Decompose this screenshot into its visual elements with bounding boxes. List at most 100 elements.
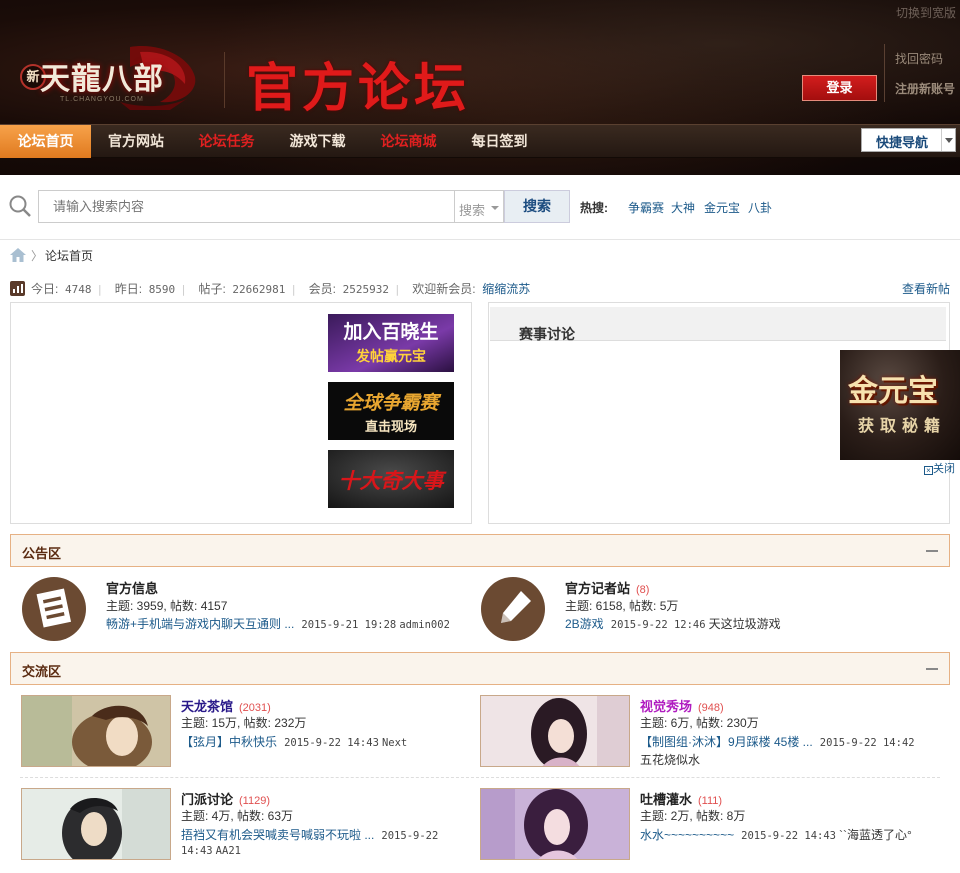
float-ad-subtitle: 获取秘籍 bbox=[858, 416, 947, 435]
last-post-link[interactable]: 捂裆又有机会哭喊卖号喊弱不玩啦 ... bbox=[181, 828, 374, 842]
forum-last-post-user: 五花烧似水 bbox=[640, 751, 700, 768]
nav-forum-tasks[interactable]: 论坛任务 bbox=[181, 125, 272, 158]
header-divider bbox=[224, 52, 225, 108]
float-ad-title: 金元宝 bbox=[848, 374, 938, 409]
gold-ingot-float-ad[interactable]: 金元宝 获取秘籍 bbox=[840, 350, 960, 460]
today-label: 今日: bbox=[31, 282, 59, 296]
forum-press-station[interactable]: 官方记者站 (8) bbox=[565, 578, 649, 597]
forum-last-post: 水水~~~~~~~~~~ 2015-9-22 14:43 ``海蓝透了心° bbox=[640, 826, 912, 843]
last-post-time: 2015-9-22 14:43 bbox=[741, 830, 836, 842]
login-button[interactable]: 登录 bbox=[802, 75, 877, 101]
banner-2-line-2: 直击现场 bbox=[365, 419, 417, 435]
section-header-exchange: 交流区 bbox=[10, 652, 950, 685]
search-type-select[interactable]: 搜索 bbox=[454, 190, 504, 223]
last-post-user[interactable]: admin002 bbox=[399, 619, 450, 631]
hot-word-link[interactable]: 争霸赛 bbox=[628, 199, 664, 216]
forum-visual-show[interactable]: 视觉秀场 (948) bbox=[640, 696, 724, 715]
last-post-link[interactable]: 【弦月】中秋快乐 bbox=[181, 735, 277, 749]
home-icon[interactable] bbox=[10, 248, 26, 262]
new-member-link[interactable]: 缩缩流苏 bbox=[482, 282, 530, 296]
forum-thumbnail[interactable] bbox=[480, 695, 630, 767]
forum-thumbnail[interactable] bbox=[480, 788, 630, 860]
row-divider bbox=[20, 777, 940, 778]
last-post-user[interactable]: 天这垃圾游戏 bbox=[709, 617, 781, 631]
switch-wide-link[interactable]: 切换到宽版 bbox=[896, 4, 956, 21]
search-type-label: 搜索 bbox=[459, 203, 486, 218]
close-icon: × bbox=[924, 466, 933, 475]
last-post-time: 14:43 bbox=[181, 845, 213, 857]
last-post-user[interactable]: Next bbox=[382, 737, 407, 749]
search-input[interactable] bbox=[38, 190, 455, 223]
last-post-link[interactable]: 【制图组·沐沐】9月踩楼 45楼 ... bbox=[640, 735, 813, 749]
hot-word-link[interactable]: 大神 bbox=[671, 199, 695, 216]
account-divider bbox=[884, 44, 885, 102]
nav-forum-home[interactable]: 论坛首页 bbox=[0, 125, 91, 158]
pen-icon[interactable] bbox=[481, 577, 545, 641]
forum-thumbnail[interactable] bbox=[21, 788, 171, 860]
forum-stats: 主题: 3959, 帖数: 4157 bbox=[106, 599, 228, 613]
forum-last-post: 捂裆又有机会哭喊卖号喊弱不玩啦 ... 2015-9-22 bbox=[181, 826, 438, 843]
logo-domain: TL.CHANGYOU.COM bbox=[60, 96, 144, 103]
forum-thumbnail[interactable] bbox=[21, 695, 171, 767]
hot-word-link[interactable]: 八卦 bbox=[748, 199, 772, 216]
find-password-link[interactable]: 找回密码 bbox=[895, 50, 943, 67]
breadcrumb-separator: 〉 bbox=[31, 249, 44, 263]
forum-new-count: (111) bbox=[698, 795, 723, 807]
logo-title: 天龍八部 bbox=[40, 62, 164, 97]
last-post-time: 2015-9-22 14:43 bbox=[284, 737, 379, 749]
forum-sect-discussion[interactable]: 门派讨论 (1129) bbox=[181, 789, 270, 808]
quick-nav-label: 快捷导航 bbox=[876, 135, 929, 150]
collapse-icon[interactable] bbox=[926, 550, 938, 552]
hot-word-link[interactable]: 金元宝 bbox=[704, 199, 740, 216]
event-panel-title[interactable]: 赛事讨论 bbox=[519, 324, 575, 344]
nav-forum-shop[interactable]: 论坛商城 bbox=[363, 125, 454, 158]
yesterday-label: 昨日: bbox=[114, 282, 143, 296]
forum-title: 官方论坛 bbox=[246, 58, 471, 119]
forum-stats: 主题: 2万, 帖数: 8万 bbox=[640, 809, 746, 823]
promo-banner-ten-events[interactable]: 十大奇大事 bbox=[328, 450, 454, 508]
last-post-time: 2015-9-22 14:42 bbox=[819, 737, 915, 749]
yesterday-count: 8590 bbox=[148, 283, 176, 296]
view-new-posts-link[interactable]: 查看新帖 bbox=[902, 280, 950, 297]
forum-chit-chat[interactable]: 吐槽灌水 (111) bbox=[640, 789, 722, 808]
forum-new-count: (2031) bbox=[239, 702, 271, 714]
nav-game-download[interactable]: 游戏下载 bbox=[272, 125, 363, 158]
breadcrumb-current: 论坛首页 bbox=[45, 249, 94, 263]
caret-down-icon bbox=[491, 206, 499, 210]
forum-new-count: (1129) bbox=[239, 795, 270, 807]
forum-last-post: 【弦月】中秋快乐 2015-9-22 14:43 Next bbox=[181, 733, 407, 750]
section-title[interactable]: 公告区 bbox=[22, 543, 61, 562]
today-count: 4748 bbox=[64, 283, 92, 296]
section-header-notice: 公告区 bbox=[10, 534, 950, 567]
hot-search-label: 热搜: bbox=[580, 201, 608, 215]
stats-chart-icon bbox=[10, 281, 25, 296]
last-post-time: 2015-9-21 19:28 bbox=[301, 619, 397, 631]
nav-official-site[interactable]: 官方网站 bbox=[91, 125, 181, 158]
last-post-link[interactable]: 水水~~~~~~~~~~ bbox=[640, 828, 734, 842]
register-link[interactable]: 注册新账号 bbox=[895, 80, 955, 97]
forum-last-post: 2B游戏 2015-9-22 12:46 天这垃圾游戏 bbox=[565, 615, 781, 632]
search-icon bbox=[9, 195, 31, 217]
document-icon[interactable] bbox=[22, 577, 86, 641]
promo-banner-championship[interactable]: 全球争霸赛 直击现场 bbox=[328, 382, 454, 440]
last-post-user[interactable]: AA21 bbox=[216, 845, 241, 857]
forum-official-info[interactable]: 官方信息 bbox=[106, 578, 158, 597]
section-title[interactable]: 交流区 bbox=[22, 661, 61, 680]
quick-nav-dropdown[interactable]: 快捷导航 bbox=[861, 128, 956, 152]
posts-label: 帖子: bbox=[198, 282, 226, 296]
last-post-link[interactable]: 2B游戏 bbox=[565, 617, 604, 631]
last-post-link[interactable]: 畅游+手机端与游戏内聊天互通则 ... bbox=[106, 617, 294, 631]
forum-last-post: 【制图组·沐沐】9月踩楼 45楼 ... 2015-9-22 14:42 bbox=[640, 733, 915, 750]
last-post-user[interactable]: ``海蓝透了心° bbox=[839, 828, 912, 842]
banner-1-line-1: 加入百晓生 bbox=[342, 320, 438, 343]
forum-stats: 主题: 4万, 帖数: 63万 bbox=[181, 809, 294, 823]
collapse-icon[interactable] bbox=[926, 668, 938, 670]
last-post-user[interactable]: 五花烧似水 bbox=[640, 753, 700, 767]
float-ad-close[interactable]: × 关闭 bbox=[924, 460, 955, 476]
forum-tea-house[interactable]: 天龙茶馆 (2031) bbox=[181, 696, 271, 715]
last-post-time: 2015-9-22 12:46 bbox=[610, 619, 706, 631]
promo-banner-baixiaosheng[interactable]: 加入百晓生 发帖赢元宝 bbox=[328, 314, 454, 372]
search-button[interactable]: 搜索 bbox=[504, 190, 570, 223]
nav-daily-checkin[interactable]: 每日签到 bbox=[454, 125, 545, 158]
forum-new-count: (8) bbox=[636, 584, 650, 596]
